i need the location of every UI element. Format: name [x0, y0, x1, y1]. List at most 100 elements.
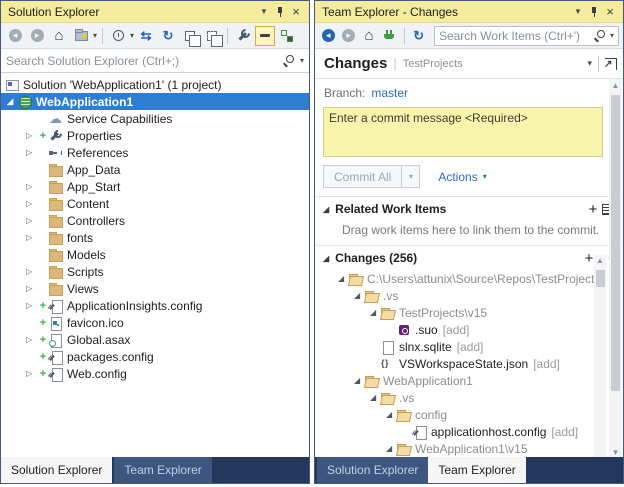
tree-item-scripts[interactable]: Scripts — [1, 263, 309, 280]
tree-item-service-capabilities[interactable]: Service Capabilities — [1, 110, 309, 127]
back-icon[interactable]: ◂ — [5, 26, 25, 46]
search-work-items-input[interactable] — [438, 28, 594, 43]
home-icon[interactable]: ⌂ — [360, 26, 378, 46]
collapsed-arrow-icon[interactable] — [24, 335, 37, 344]
changes-tree-scrollbar[interactable]: ▲ — [594, 255, 606, 458]
back-icon[interactable]: ◂ — [319, 26, 337, 46]
collapsed-arrow-icon[interactable] — [24, 369, 37, 378]
tab-team-explorer[interactable]: Team Explorer — [428, 457, 526, 483]
tab-team-explorer[interactable]: Team Explorer — [114, 457, 212, 483]
tree-item-vs[interactable]: .vs — [315, 287, 623, 304]
tree-item-fonts[interactable]: fonts — [1, 229, 309, 246]
tree-item-applicationhost-config[interactable]: applicationhost.config [add] — [315, 423, 623, 440]
tree-item-config[interactable]: config — [315, 406, 623, 423]
new-scope-icon[interactable] — [277, 26, 297, 46]
properties-icon[interactable] — [233, 26, 253, 46]
commit-message-input[interactable] — [329, 111, 597, 153]
tree-item-packages-config[interactable]: + packages.config — [1, 348, 309, 365]
scrollbar-thumb[interactable] — [611, 95, 620, 391]
show-all-files-icon[interactable] — [202, 26, 224, 47]
sync-with-active-document-icon[interactable]: ⇆ — [136, 26, 156, 46]
pending-changes-filter-icon[interactable] — [108, 26, 128, 46]
pages-caret-icon[interactable]: ▾ — [587, 59, 592, 68]
refresh-icon[interactable]: ↻ — [410, 26, 428, 46]
collapsed-arrow-icon[interactable] — [24, 131, 37, 140]
tab-solution-explorer[interactable]: Solution Explorer — [1, 457, 113, 483]
tab-solution-explorer[interactable]: Solution Explorer — [317, 457, 429, 483]
collapsed-arrow-icon[interactable] — [24, 233, 37, 242]
scroll-up-icon[interactable]: ▲ — [594, 256, 606, 265]
switch-views-icon[interactable] — [71, 26, 91, 46]
tree-item-app-start[interactable]: App_Start — [1, 178, 309, 195]
work-items-search-box: ▾ — [433, 25, 619, 46]
close-icon[interactable]: × — [288, 4, 304, 20]
actions-menu[interactable]: Actions ▾ — [438, 170, 486, 184]
window-position-icon[interactable]: ▼ — [570, 4, 586, 20]
expanded-arrow-icon[interactable] — [384, 410, 397, 419]
tree-item-suo[interactable]: .suo [add] — [315, 321, 623, 338]
tree-item-applicationinsights-config[interactable]: + ApplicationInsights.config — [1, 297, 309, 314]
add-work-item-icon[interactable]: + — [584, 201, 602, 218]
expanded-arrow-icon[interactable] — [5, 97, 18, 106]
expanded-arrow-icon[interactable] — [336, 274, 349, 283]
tree-item-properties[interactable]: + Properties — [1, 127, 309, 144]
tree-item-views[interactable]: Views — [1, 280, 309, 297]
refresh-icon[interactable]: ↻ — [158, 26, 178, 46]
collapsed-arrow-icon[interactable] — [24, 216, 37, 225]
tree-item-references[interactable]: References — [1, 144, 309, 161]
forward-icon[interactable]: ▸ — [27, 26, 47, 46]
close-icon[interactable]: × — [602, 4, 618, 20]
switch-views-caret-icon[interactable]: ▾ — [93, 31, 97, 40]
pin-icon[interactable] — [272, 4, 288, 20]
changes-section-header[interactable]: ◢ Changes (256) + ··· — [315, 246, 623, 270]
popout-icon[interactable] — [604, 57, 617, 70]
filter-caret-icon[interactable]: ▾ — [130, 31, 134, 40]
tree-item-vsworkspacestate-json[interactable]: VSWorkspaceState.json [add] — [315, 355, 623, 372]
tree-item-slnx-sqlite[interactable]: slnx.sqlite [add] — [315, 338, 623, 355]
search-input[interactable] — [6, 53, 283, 68]
tree-item-global-asax[interactable]: + Global.asax — [1, 331, 309, 348]
forward-icon[interactable]: ▸ — [339, 26, 357, 46]
search-options-caret-icon[interactable]: ▾ — [300, 56, 304, 65]
tree-item-solution-webapplication1-1-project[interactable]: Solution 'WebApplication1' (1 project) — [1, 76, 309, 93]
search-icon[interactable] — [594, 29, 607, 42]
collapsed-arrow-icon[interactable] — [24, 182, 37, 191]
panel-scrollbar[interactable]: ▲ ▼ — [609, 79, 622, 460]
tree-item-vs[interactable]: .vs — [315, 389, 623, 406]
tree-item-controllers[interactable]: Controllers — [1, 212, 309, 229]
tree-item-c-users-attunix-source-repos-testprojects[interactable]: C:\Users\attunix\Source\Repos\TestProjec… — [315, 270, 623, 287]
commit-all-caret-icon[interactable]: ▾ — [401, 166, 419, 187]
tree-item-favicon-ico[interactable]: + favicon.ico — [1, 314, 309, 331]
collapsed-arrow-icon[interactable] — [24, 199, 37, 208]
scrollbar-thumb[interactable] — [595, 270, 605, 287]
home-icon[interactable]: ⌂ — [49, 26, 69, 46]
tree-item-app-data[interactable]: App_Data — [1, 161, 309, 178]
collapse-all-icon[interactable] — [180, 26, 202, 47]
collapsed-arrow-icon[interactable] — [24, 148, 37, 157]
pin-icon[interactable] — [586, 4, 602, 20]
search-options-caret-icon[interactable]: ▾ — [610, 31, 614, 40]
collapsed-arrow-icon[interactable] — [24, 267, 37, 276]
connect-icon[interactable] — [380, 26, 398, 46]
tree-item-web-config[interactable]: + Web.config — [1, 365, 309, 382]
branch-link[interactable]: master — [371, 86, 408, 100]
expanded-arrow-icon[interactable] — [352, 291, 365, 300]
tree-item-models[interactable]: Models — [1, 246, 309, 263]
tree-item-testprojects-v15[interactable]: TestProjects\v15 — [315, 304, 623, 321]
preview-selected-items-icon[interactable] — [255, 25, 276, 46]
search-icon[interactable] — [283, 54, 296, 67]
commit-all-button[interactable]: Commit All — [324, 166, 401, 187]
expanded-arrow-icon[interactable] — [368, 393, 381, 402]
tree-item-webapplication1[interactable]: WebApplication1 — [1, 93, 309, 110]
collapsed-arrow-icon[interactable] — [24, 284, 37, 293]
window-position-icon[interactable]: ▼ — [256, 4, 272, 20]
expanded-arrow-icon[interactable] — [352, 376, 365, 385]
expanded-arrow-icon[interactable] — [384, 444, 397, 453]
tree-item-content[interactable]: Content — [1, 195, 309, 212]
collapsed-arrow-icon[interactable] — [24, 301, 37, 310]
scroll-up-icon[interactable]: ▲ — [609, 79, 622, 93]
tree-item-webapplication1[interactable]: WebApplication1 — [315, 372, 623, 389]
tree-item-webapplication1-v15[interactable]: WebApplication1\v15 — [315, 440, 623, 457]
related-work-items-header[interactable]: ◢ Related Work Items + — [315, 197, 623, 221]
expanded-arrow-icon[interactable] — [368, 308, 381, 317]
